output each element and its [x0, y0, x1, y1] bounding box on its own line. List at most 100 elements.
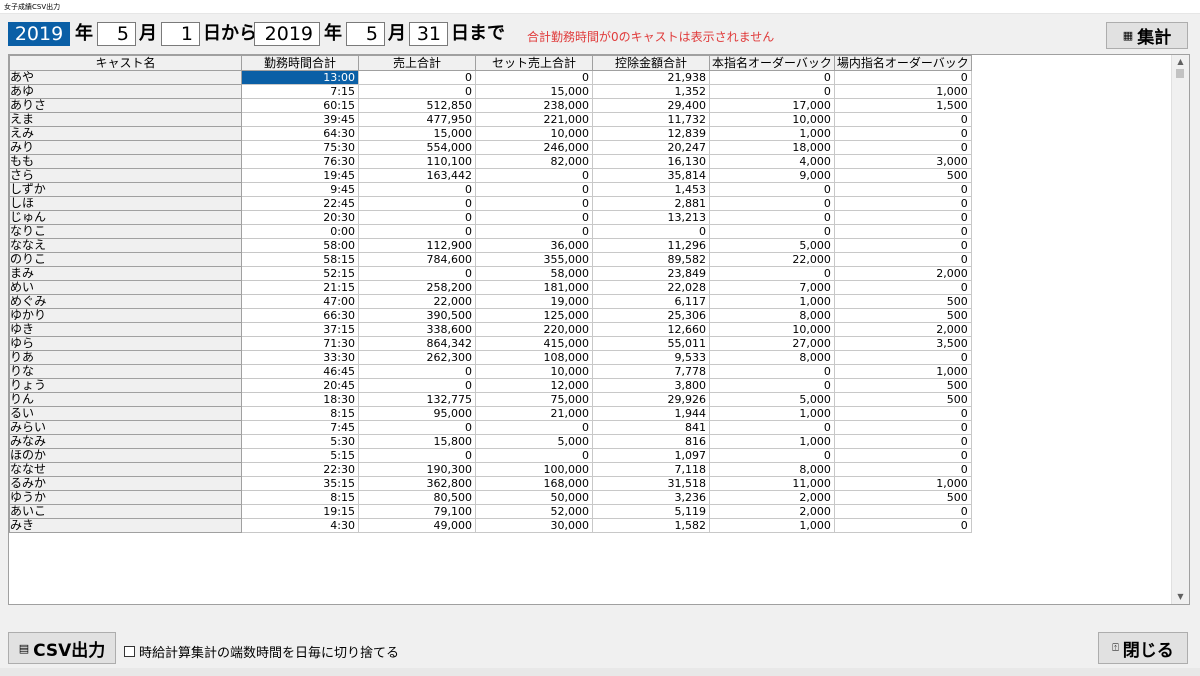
table-cell[interactable]: 1,000 [709, 406, 835, 421]
cast-name-cell[interactable]: ななえ [9, 238, 242, 253]
table-row[interactable]: さら 19:45 163,442 0 35,814 9,000 500 [9, 168, 972, 183]
table-cell[interactable]: 60:15 [241, 98, 359, 113]
table-cell[interactable]: 0 [833, 70, 972, 85]
cast-results-grid[interactable]: キャスト名 勤務時間合計 売上合計 セット売上合計 控除金額合計 本指名オーダーバック 場内… [8, 54, 1190, 605]
table-cell[interactable]: 0 [709, 84, 835, 99]
table-cell[interactable]: 1,000 [709, 518, 835, 533]
table-cell[interactable]: 20:45 [241, 378, 359, 393]
table-cell[interactable]: 1,000 [709, 434, 835, 449]
table-cell[interactable]: 0 [358, 448, 476, 463]
table-cell[interactable]: 3,800 [592, 378, 710, 393]
table-cell[interactable]: 1,500 [833, 98, 972, 113]
table-cell[interactable]: 220,000 [475, 322, 593, 337]
table-cell[interactable]: 841 [592, 420, 710, 435]
table-cell[interactable]: 47:00 [241, 294, 359, 309]
table-cell[interactable]: 22,028 [592, 280, 710, 295]
table-cell[interactable]: 8,000 [709, 462, 835, 477]
table-cell[interactable]: 0 [833, 518, 972, 533]
table-cell[interactable]: 0 [833, 434, 972, 449]
table-cell[interactable]: 3,000 [833, 154, 972, 169]
table-cell[interactable]: 0 [475, 210, 593, 225]
table-cell[interactable]: 0 [709, 224, 835, 239]
cast-name-cell[interactable]: みり [9, 140, 242, 155]
table-row[interactable]: えま 39:45 477,950 221,000 11,732 10,000 0 [9, 112, 972, 127]
table-cell[interactable]: 5,119 [592, 504, 710, 519]
table-row[interactable]: みり 75:30 554,000 246,000 20,247 18,000 0 [9, 140, 972, 155]
table-cell[interactable]: 0 [475, 224, 593, 239]
table-cell[interactable]: 500 [833, 294, 972, 309]
cast-name-cell[interactable]: まみ [9, 266, 242, 281]
table-cell[interactable]: 1,000 [709, 294, 835, 309]
table-cell[interactable]: 0 [709, 420, 835, 435]
table-cell[interactable]: 0 [833, 210, 972, 225]
table-cell[interactable]: 0 [709, 70, 835, 85]
table-cell[interactable]: 0 [833, 252, 972, 267]
to-day-field[interactable]: 31 [409, 22, 448, 46]
table-cell[interactable]: 55,011 [592, 336, 710, 351]
cast-name-cell[interactable]: めい [9, 280, 242, 295]
table-cell[interactable]: 0 [709, 448, 835, 463]
table-row[interactable]: ほのか 5:15 0 0 1,097 0 0 [9, 448, 972, 463]
table-cell[interactable]: 190,300 [358, 462, 476, 477]
table-cell[interactable]: 0 [833, 182, 972, 197]
table-cell[interactable]: 0 [709, 196, 835, 211]
table-cell[interactable]: 5:30 [241, 434, 359, 449]
table-cell[interactable]: 27,000 [709, 336, 835, 351]
table-cell[interactable]: 0 [592, 224, 710, 239]
table-cell[interactable]: 9,000 [709, 168, 835, 183]
table-row[interactable]: もも 76:30 110,100 82,000 16,130 4,000 3,000 [9, 154, 972, 169]
table-cell[interactable]: 21:15 [241, 280, 359, 295]
table-row[interactable]: みらい 7:45 0 0 841 0 0 [9, 420, 972, 435]
table-cell[interactable]: 22:30 [241, 462, 359, 477]
table-cell[interactable]: 110,100 [358, 154, 476, 169]
cast-name-cell[interactable]: しほ [9, 196, 242, 211]
cast-name-cell[interactable]: りょう [9, 378, 242, 393]
table-cell[interactable]: 29,400 [592, 98, 710, 113]
table-cell[interactable]: 0 [833, 112, 972, 127]
table-cell[interactable]: 3,236 [592, 490, 710, 505]
table-cell[interactable]: 7:15 [241, 84, 359, 99]
column-header[interactable]: キャスト名 [9, 55, 242, 71]
table-cell[interactable]: 35:15 [241, 476, 359, 491]
table-cell[interactable]: 22:45 [241, 196, 359, 211]
table-cell[interactable]: 0 [833, 224, 972, 239]
table-cell[interactable]: 0 [358, 84, 476, 99]
table-row[interactable]: あゆ 7:15 0 15,000 1,352 0 1,000 [9, 84, 972, 99]
table-cell[interactable]: 221,000 [475, 112, 593, 127]
table-cell[interactable]: 0 [833, 420, 972, 435]
table-cell[interactable]: 0 [833, 126, 972, 141]
table-cell[interactable]: 258,200 [358, 280, 476, 295]
table-cell[interactable]: 15,800 [358, 434, 476, 449]
table-cell[interactable]: 0 [709, 364, 835, 379]
table-cell[interactable]: 12,660 [592, 322, 710, 337]
table-cell[interactable]: 75,000 [475, 392, 593, 407]
table-cell[interactable]: 31,518 [592, 476, 710, 491]
cast-name-cell[interactable]: みらい [9, 420, 242, 435]
table-row[interactable]: りな 46:45 0 10,000 7,778 0 1,000 [9, 364, 972, 379]
cast-name-cell[interactable]: ほのか [9, 448, 242, 463]
table-cell[interactable]: 64:30 [241, 126, 359, 141]
table-cell[interactable]: 52,000 [475, 504, 593, 519]
table-cell[interactable]: 2,000 [709, 490, 835, 505]
table-cell[interactable]: 10,000 [709, 322, 835, 337]
table-cell[interactable]: 71:30 [241, 336, 359, 351]
table-cell[interactable]: 19:45 [241, 168, 359, 183]
table-cell[interactable]: 2,000 [833, 322, 972, 337]
cast-name-cell[interactable]: なりこ [9, 224, 242, 239]
table-cell[interactable]: 262,300 [358, 350, 476, 365]
table-cell[interactable]: 10,000 [475, 126, 593, 141]
column-header[interactable]: 勤務時間合計 [241, 55, 359, 71]
table-cell[interactable]: 8:15 [241, 490, 359, 505]
cast-name-cell[interactable]: ゆき [9, 322, 242, 337]
table-cell[interactable]: 12,000 [475, 378, 593, 393]
table-cell[interactable]: 39:45 [241, 112, 359, 127]
table-cell[interactable]: 0 [833, 448, 972, 463]
table-cell[interactable]: 46:45 [241, 364, 359, 379]
cast-name-cell[interactable]: じゅん [9, 210, 242, 225]
table-cell[interactable]: 1,000 [833, 84, 972, 99]
table-cell[interactable]: 5:15 [241, 448, 359, 463]
cast-name-cell[interactable]: みき [9, 518, 242, 533]
table-row[interactable]: なりこ 0:00 0 0 0 0 0 [9, 224, 972, 239]
table-cell[interactable]: 1,453 [592, 182, 710, 197]
table-cell[interactable]: 0 [358, 182, 476, 197]
